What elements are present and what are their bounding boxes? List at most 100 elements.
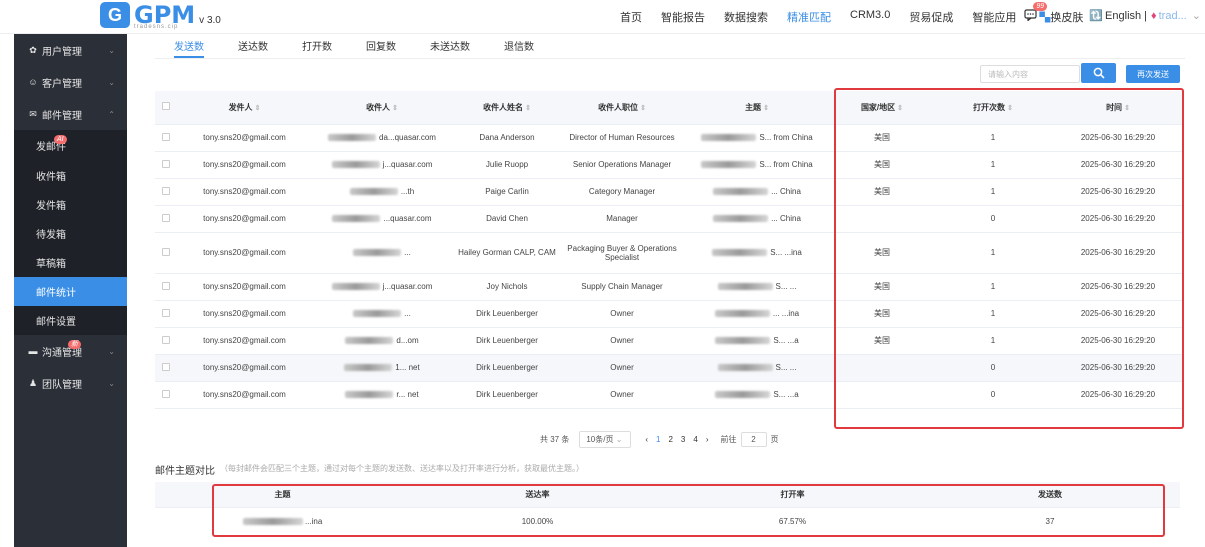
sort-icon[interactable]: ⇕ [392, 105, 398, 112]
row-checkbox[interactable] [162, 308, 170, 317]
recipient-text: r... net [396, 390, 419, 399]
logo[interactable]: G GPM tradesns.cip v 3.0 [100, 2, 221, 30]
page-4[interactable]: 4 [693, 435, 697, 444]
checkbox[interactable] [155, 381, 177, 409]
sidebar-label: 客户管理 [42, 78, 82, 90]
nav-crm[interactable]: CRM3.0 [850, 9, 890, 25]
sender-text: tony.sns20@gmail.com [203, 187, 286, 196]
user-menu[interactable]: ♦ trad... ⌄ [1151, 9, 1201, 25]
chevron-down-icon: ⌄ [108, 346, 115, 356]
row-checkbox[interactable] [162, 132, 170, 141]
subject-text: S... ...ina [770, 248, 802, 257]
chat-icon[interactable]: 99 [1024, 2, 1048, 25]
chevron-down-icon: ⌄ [108, 77, 115, 87]
checkbox[interactable] [155, 178, 177, 206]
total-count: 共 37 条 [540, 435, 570, 444]
col-subject[interactable]: 主题 ⇕ [682, 91, 832, 125]
subject-text: S... from China [759, 160, 813, 169]
sender-cell: tony.sns20@gmail.com [177, 354, 312, 382]
recipient-name-text: Paige Carlin [485, 187, 529, 196]
checkbox[interactable] [155, 327, 177, 355]
nav-smart-report[interactable]: 智能报告 [661, 9, 705, 25]
sidebar-item-mail-stats[interactable]: 邮件统计 [14, 277, 127, 306]
nav-trade-promotion[interactable]: 贸易促成 [909, 9, 953, 25]
next-page-button[interactable]: › [706, 435, 709, 444]
sidebar-item-comm-mgmt[interactable]: ▬ 沟通管理新 ⌄ [14, 335, 127, 367]
select-all-cell[interactable] [155, 91, 177, 125]
row-checkbox[interactable] [162, 159, 170, 168]
checkbox[interactable] [155, 354, 177, 382]
sidebar-item-outbox[interactable]: 待发箱 [14, 219, 127, 248]
diamond-icon: ♦ [1150, 10, 1157, 22]
tab-replied[interactable]: 回复数 [366, 38, 396, 58]
checkbox[interactable] [155, 300, 177, 328]
row-checkbox[interactable] [162, 281, 170, 290]
recipient-name-text: Dana Anderson [479, 133, 535, 142]
col-sender[interactable]: 发件人 ⇕ [177, 91, 312, 125]
col-recipient[interactable]: 收件人 ⇕ [312, 91, 452, 125]
sidebar-item-sent[interactable]: 发件箱 [14, 190, 127, 219]
skin-button[interactable]: ▚换皮肤 [1039, 9, 1083, 25]
resend-button[interactable]: 再次发送 [1126, 65, 1180, 83]
sender-cell: tony.sns20@gmail.com [177, 232, 312, 274]
sidebar-item-mail-mgmt[interactable]: ✉ 邮件管理 ⌃ [14, 98, 127, 130]
recipient-cell: j...quasar.com [312, 273, 452, 301]
page-2[interactable]: 2 [668, 435, 672, 444]
search-button[interactable] [1081, 63, 1116, 83]
col-recipient-name[interactable]: 收件人姓名 ⇕ [452, 91, 562, 125]
checkbox[interactable] [155, 151, 177, 179]
recipient-text: ... [404, 309, 411, 318]
checkbox[interactable] [155, 232, 177, 274]
sidebar-item-inbox[interactable]: 收件箱 [14, 161, 127, 190]
sidebar-item-send-mail[interactable]: 发邮件 AI [14, 130, 127, 161]
search-input[interactable]: 请输入内容 [980, 65, 1080, 83]
sidebar-item-mail-settings[interactable]: 邮件设置 [14, 306, 127, 335]
row-checkbox[interactable] [162, 362, 170, 371]
select-all-checkbox[interactable] [162, 102, 170, 111]
nav-smart-apps[interactable]: 智能应用 [972, 9, 1016, 25]
redacted-text [331, 283, 380, 291]
col-label: 主题 [745, 102, 762, 112]
sender-cell: tony.sns20@gmail.com [177, 205, 312, 233]
page-1[interactable]: 1 [656, 435, 660, 444]
sidebar-item-user-mgmt[interactable]: ✿ 用户管理 ⌄ [14, 34, 127, 66]
sidebar-item-team-mgmt[interactable]: ♟ 团队管理 ⌄ [14, 367, 127, 399]
checkbox[interactable] [155, 273, 177, 301]
row-checkbox[interactable] [162, 335, 170, 344]
tab-undelivered[interactable]: 未送达数 [430, 38, 470, 58]
sort-icon[interactable]: ⇕ [255, 105, 261, 112]
sort-icon[interactable]: ⇕ [525, 105, 531, 112]
page-3[interactable]: 3 [681, 435, 685, 444]
chat-icon: ▬ [28, 346, 38, 356]
recipient-name-text: Julie Ruopp [485, 160, 529, 169]
sort-icon[interactable]: ⇕ [763, 105, 769, 112]
tab-opened[interactable]: 打开数 [302, 38, 332, 58]
user-name: trad... [1158, 10, 1187, 22]
row-checkbox[interactable] [162, 213, 170, 222]
language-switch[interactable]: 🔃 English | [1089, 9, 1147, 25]
tab-sent[interactable]: 发送数 [174, 38, 204, 58]
nav-precise-match[interactable]: 精准匹配 [787, 9, 831, 25]
row-checkbox[interactable] [162, 389, 170, 398]
recipient-title-text: Packaging Buyer & Operations Specialist [567, 243, 677, 262]
nav-data-search[interactable]: 数据搜索 [724, 9, 768, 25]
recipient-title-cell: Supply Chain Manager [562, 273, 682, 301]
subject-cell: S... from China [682, 124, 832, 152]
checkbox[interactable] [155, 124, 177, 152]
chevron-down-icon: ⌄ [615, 435, 623, 444]
col-recipient-title[interactable]: 收件人职位 ⇕ [562, 91, 682, 125]
checkbox[interactable] [155, 205, 177, 233]
goto-page-input[interactable]: 2 [740, 432, 767, 447]
sidebar-item-drafts[interactable]: 草稿箱 [14, 248, 127, 277]
sidebar-item-customer-mgmt[interactable]: ☺ 客户管理 ⌄ [14, 66, 127, 98]
row-checkbox[interactable] [162, 186, 170, 195]
row-checkbox[interactable] [162, 247, 170, 256]
nav-home[interactable]: 首页 [620, 9, 642, 25]
sender-text: tony.sns20@gmail.com [203, 309, 286, 318]
subject-text: ... China [771, 214, 801, 223]
sort-icon[interactable]: ⇕ [640, 105, 646, 112]
page-size-select[interactable]: 10条/页 ⌄ [579, 431, 632, 448]
tab-delivered[interactable]: 送达数 [238, 38, 268, 58]
prev-page-button[interactable]: ‹ [645, 435, 648, 444]
tab-bounced[interactable]: 退信数 [504, 38, 534, 58]
